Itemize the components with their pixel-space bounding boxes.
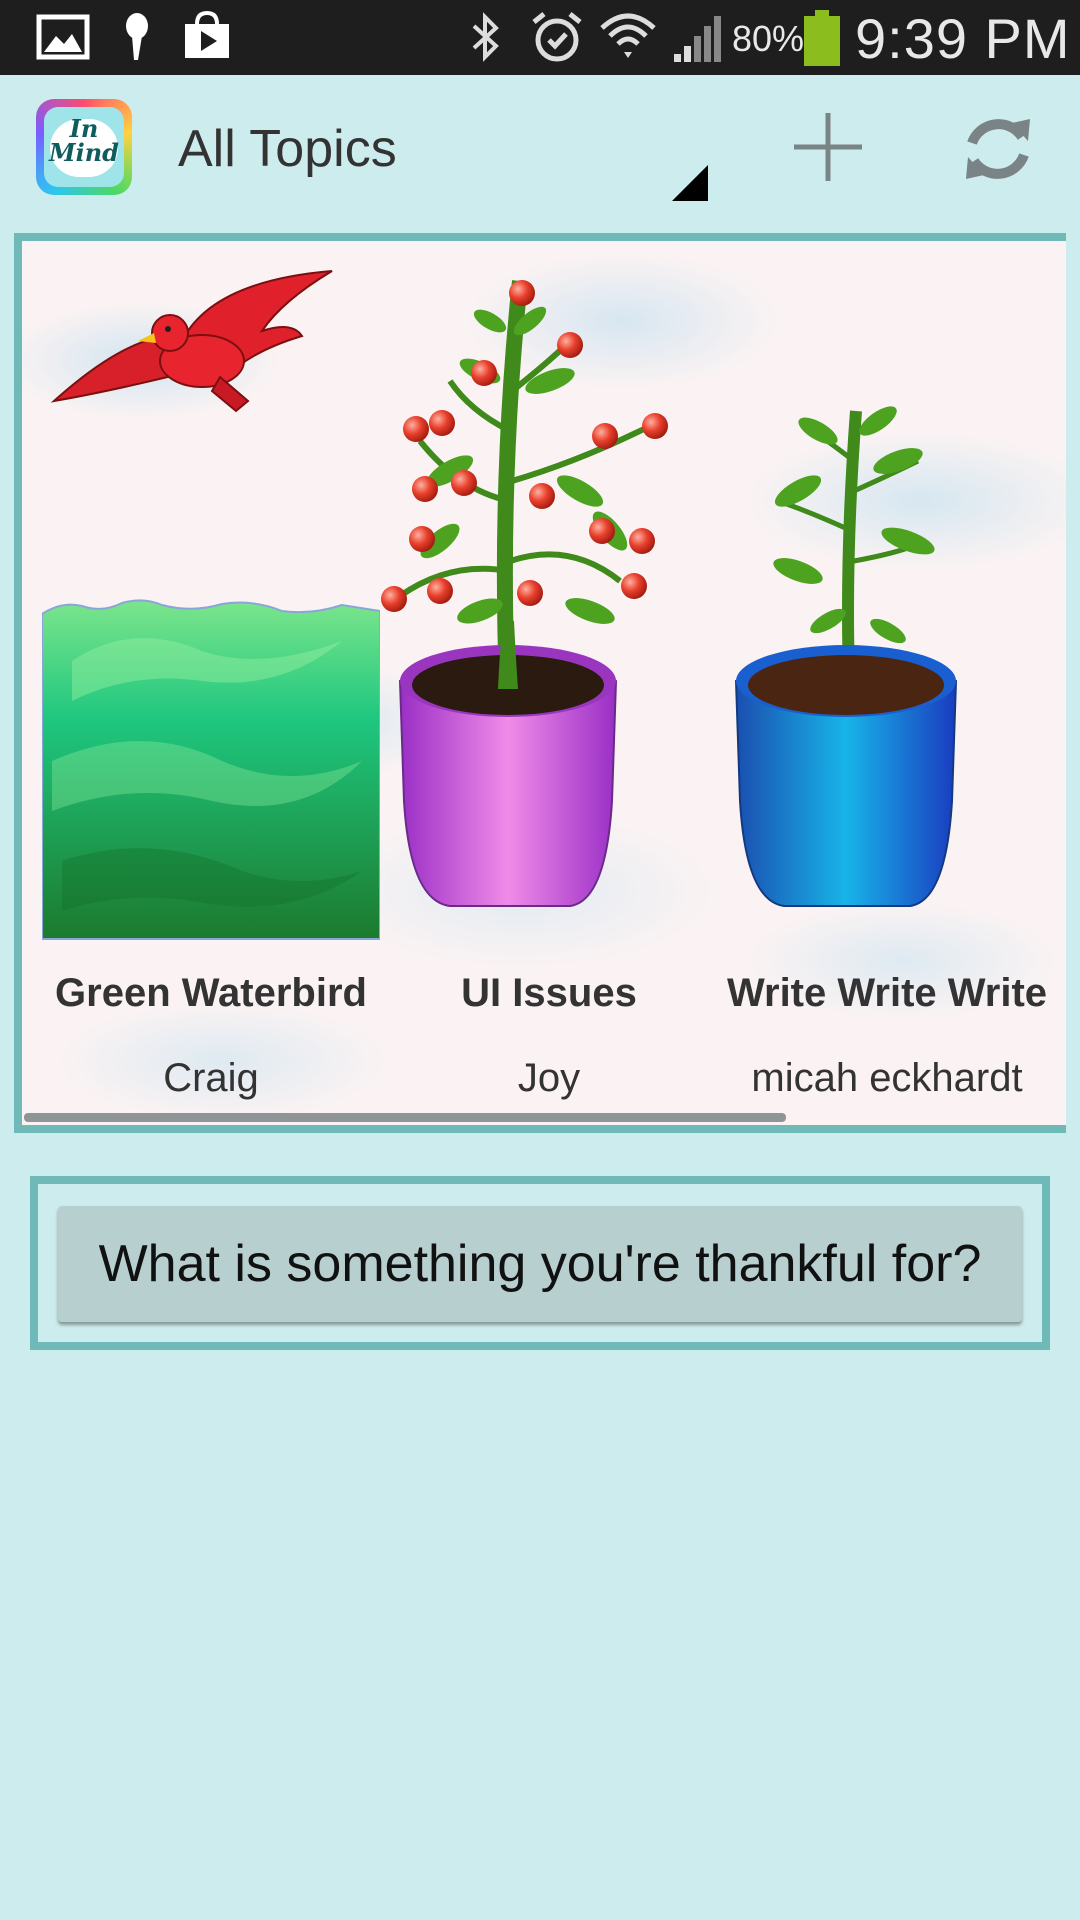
microphone-icon: [126, 13, 148, 60]
horizontal-scrollbar[interactable]: [24, 1113, 786, 1122]
logo-text: In Mind: [44, 117, 124, 165]
gallery-icon: [36, 14, 90, 60]
question-button[interactable]: What is something you're thankful for?: [58, 1206, 1022, 1322]
topic-title: Write Write Write: [726, 971, 1048, 1015]
status-bar: 80% 9:39 PM: [0, 0, 1080, 75]
signal-icon: [674, 16, 721, 62]
logo-text-line2: Mind: [49, 138, 119, 167]
app-logo[interactable]: In Mind: [36, 99, 132, 195]
battery-icon: [804, 10, 840, 66]
sprout-plant-illustration: [734, 406, 958, 907]
battery-percent: 80%: [732, 18, 805, 59]
topic-author: Joy: [517, 1056, 581, 1100]
topic-card[interactable]: UI Issues Joy: [380, 241, 718, 1121]
fruiting-plant-illustration: [381, 280, 668, 907]
add-icon[interactable]: [790, 109, 866, 185]
topic-card[interactable]: Write Write Write micah eckhardt: [718, 241, 1056, 1121]
topic-filter-title[interactable]: All Topics: [178, 119, 397, 179]
action-bar: In Mind All Topics: [0, 75, 1080, 225]
topic-title: UI Issues: [461, 971, 637, 1015]
topic-title: Green Waterbird: [55, 971, 367, 1015]
logo-background: In Mind: [44, 107, 124, 187]
alarm-icon: [532, 12, 582, 62]
red-bird-icon: [50, 270, 333, 413]
dropdown-indicator-icon[interactable]: [672, 165, 708, 201]
question-card: What is something you're thankful for?: [30, 1176, 1050, 1350]
topic-author: micah eckhardt: [751, 1056, 1023, 1100]
wifi-icon: [600, 13, 656, 58]
bird-water-illustration: [42, 270, 380, 940]
clock: 9:39 PM: [855, 7, 1071, 70]
play-store-icon: [185, 10, 229, 58]
bluetooth-icon: [472, 12, 499, 62]
refresh-icon[interactable]: [958, 109, 1038, 189]
topic-card[interactable]: Green Waterbird Craig: [42, 241, 380, 1121]
topics-carousel[interactable]: Green Waterbird Craig UI Issues Joy Writ…: [14, 233, 1066, 1133]
topic-author: Craig: [163, 1056, 259, 1100]
